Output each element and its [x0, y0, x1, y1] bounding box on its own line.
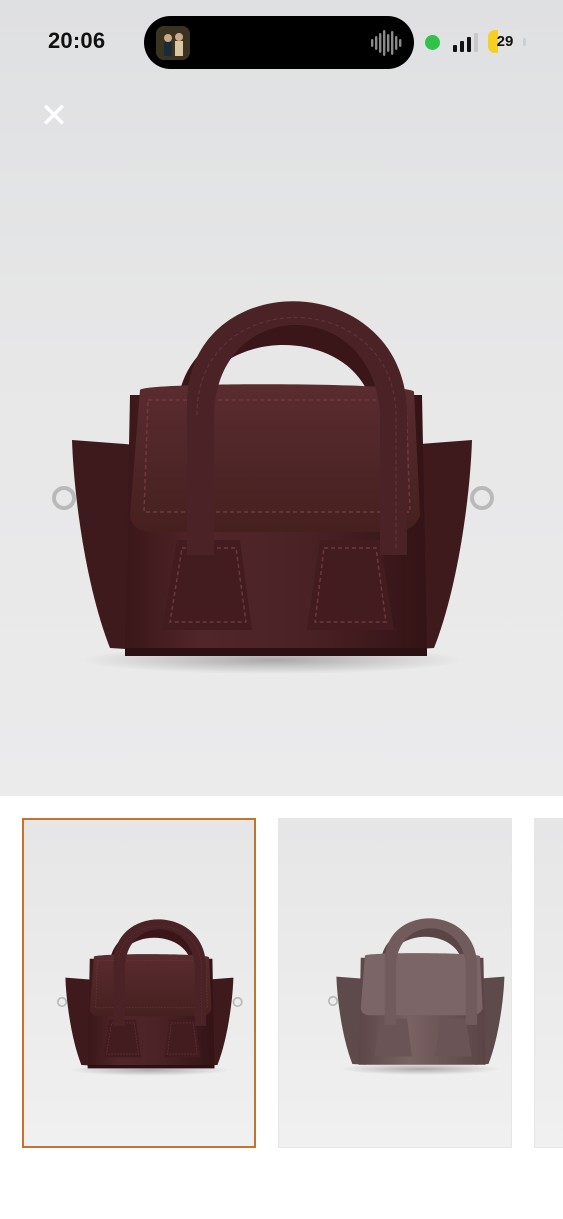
handbag-thumbnail-partial [535, 819, 563, 1148]
battery-level: 29 [496, 33, 514, 50]
camera-in-use-dot-icon [425, 35, 440, 50]
handbag-photo [52, 299, 494, 676]
handbag-thumbnail-brown [57, 918, 243, 1077]
thumbnail-2[interactable] [278, 818, 512, 1148]
close-button[interactable]: ✕ [34, 96, 74, 136]
battery-nub [523, 38, 526, 46]
battery-icon: 29 [488, 30, 522, 53]
dynamic-island[interactable] [144, 16, 414, 69]
main-product-image[interactable]: ✕ [0, 0, 563, 796]
close-icon: ✕ [39, 96, 69, 136]
cellular-signal-icon [453, 33, 478, 52]
thumbnail-3[interactable] [534, 818, 563, 1148]
thumbnail-1[interactable] [22, 818, 256, 1148]
status-time: 20:06 [48, 28, 106, 53]
handbag-thumbnail-grey [328, 918, 505, 1075]
audio-waveform-icon [371, 30, 402, 56]
thumbnail-strip[interactable] [0, 796, 563, 1219]
now-playing-thumbnail-icon [156, 26, 190, 60]
